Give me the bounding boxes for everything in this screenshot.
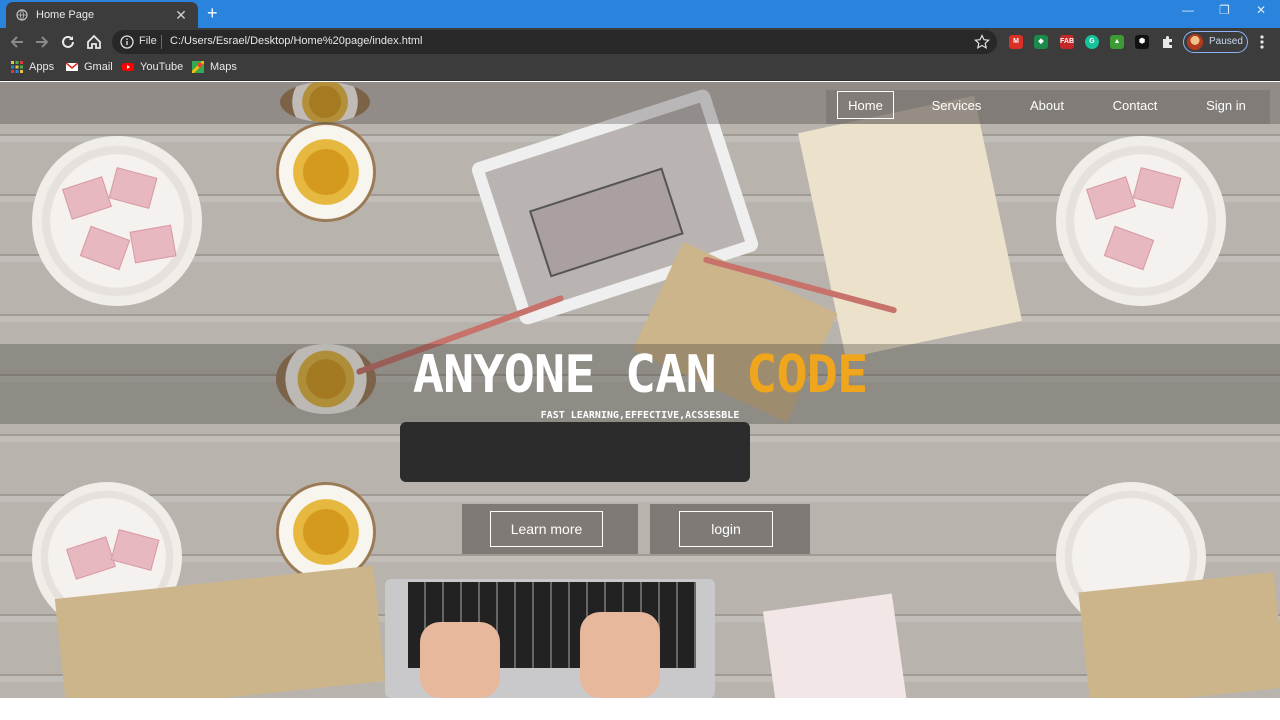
back-arrow-icon[interactable] — [8, 33, 26, 51]
minimize-button[interactable]: — — [1182, 3, 1194, 17]
gmail-icon — [66, 62, 78, 71]
login-button[interactable]: login — [679, 511, 773, 547]
bookmark-maps[interactable]: Maps — [192, 61, 237, 73]
extension-icon-shield[interactable]: ◆ — [1034, 35, 1048, 49]
extension-icon-fab[interactable]: FAB — [1060, 35, 1074, 49]
apps-grid-icon — [11, 61, 23, 73]
tea-cup — [276, 122, 376, 222]
menu-kebab-icon[interactable] — [1257, 33, 1267, 51]
address-bar[interactable]: File C:/Users/Esrael/Desktop/Home%20page… — [112, 30, 997, 54]
bookmarks-bar: Apps Gmail YouTube Maps — [0, 56, 1280, 81]
new-tab-button[interactable]: + — [207, 4, 218, 22]
avatar — [1187, 34, 1203, 50]
nav-home[interactable]: Home — [837, 91, 894, 119]
hero-subtitle: FAST LEARNING,EFFECTIVE,ACSSESBLE — [540, 410, 740, 421]
bookmark-apps[interactable]: Apps — [11, 61, 54, 73]
hero-title-main: ANYONE CAN — [412, 345, 747, 405]
notebook — [762, 593, 908, 698]
nav-contact[interactable]: Contact — [1102, 91, 1168, 119]
laptop-screen — [400, 422, 750, 482]
maps-icon — [192, 61, 204, 73]
profile-button[interactable]: Paused — [1183, 31, 1248, 53]
restore-button[interactable]: ❐ — [1219, 3, 1230, 17]
forward-arrow-icon[interactable] — [33, 33, 51, 51]
globe-icon — [16, 9, 28, 21]
nav-about[interactable]: About — [1022, 91, 1072, 119]
hand — [420, 622, 500, 698]
browser-toolbar: File C:/Users/Esrael/Desktop/Home%20page… — [0, 28, 1280, 56]
home-icon[interactable] — [85, 33, 103, 51]
puzzle-extensions-icon[interactable] — [1160, 34, 1176, 50]
url-scheme-label: File — [139, 35, 157, 47]
omnibox-divider — [161, 35, 162, 49]
reload-icon[interactable] — [59, 33, 77, 51]
hand — [580, 612, 660, 698]
browser-tab[interactable]: Home Page ✕ — [6, 2, 198, 28]
page-viewport: Home Services About Contact Sign in ANYO… — [0, 82, 1280, 698]
close-window-button[interactable]: ✕ — [1256, 3, 1266, 17]
tab-title: Home Page — [36, 9, 95, 21]
learn-more-button[interactable]: Learn more — [490, 511, 603, 547]
hero-title-highlight: CODE — [746, 345, 868, 405]
tab-strip: Home Page ✕ + — ❐ ✕ — [0, 0, 1280, 28]
close-tab-icon[interactable]: ✕ — [174, 7, 188, 24]
hero-title: ANYONE CAN CODE — [0, 345, 1280, 405]
extension-icon-triangle[interactable]: ▲ — [1110, 35, 1124, 49]
nav-sign-in[interactable]: Sign in — [1196, 91, 1256, 119]
bookmark-gmail[interactable]: Gmail — [66, 61, 113, 73]
profile-status: Paused — [1209, 36, 1243, 47]
extension-icon-m[interactable]: M — [1009, 35, 1023, 49]
extension-icon-cube[interactable]: ⬢ — [1135, 35, 1149, 49]
bookmark-star-icon[interactable] — [974, 34, 990, 50]
nav-services[interactable]: Services — [920, 91, 993, 119]
kraft-paper — [1078, 572, 1280, 698]
plate-with-sweets — [32, 136, 202, 306]
info-icon[interactable] — [120, 35, 134, 49]
plate-with-sweets — [1056, 136, 1226, 306]
grammarly-icon[interactable]: G — [1085, 35, 1099, 49]
bookmark-youtube[interactable]: YouTube — [122, 61, 183, 73]
youtube-icon — [122, 63, 134, 71]
url-text[interactable]: C:/Users/Esrael/Desktop/Home%20page/inde… — [170, 35, 423, 47]
